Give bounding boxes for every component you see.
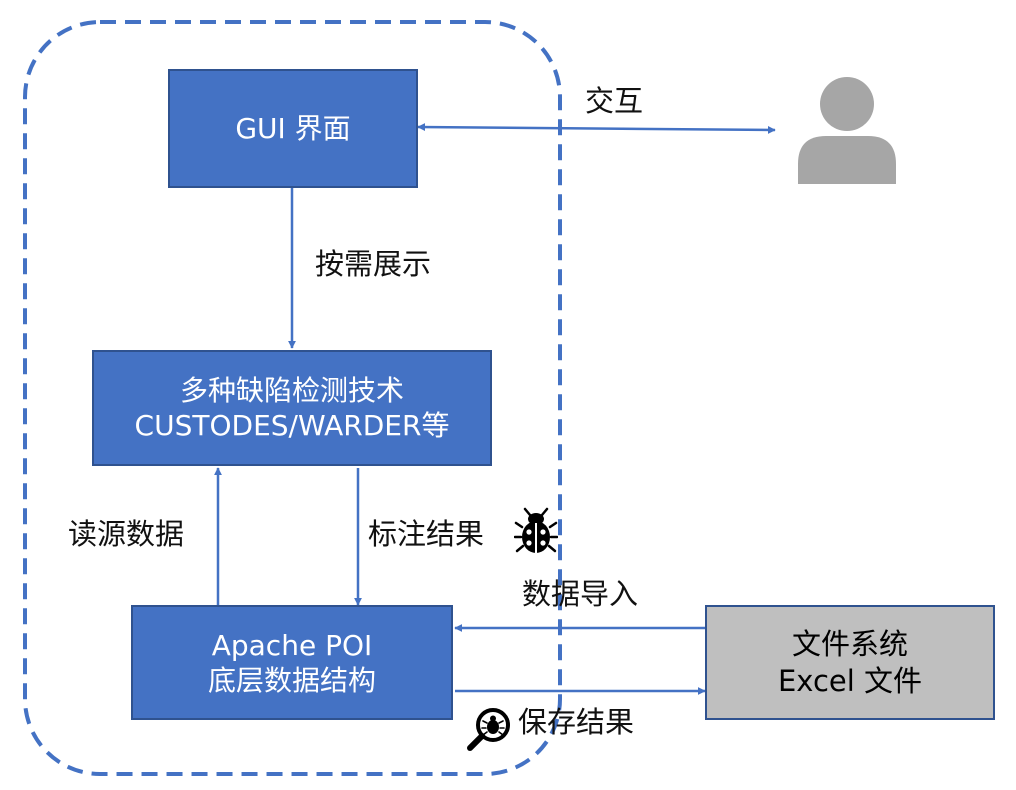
gui-node-label: GUI 界面	[235, 112, 351, 145]
detection-node: 多种缺陷检测技术 CUSTODES/WARDER等	[92, 350, 492, 466]
detection-node-line2: CUSTODES/WARDER等	[134, 409, 450, 442]
poi-node-line2: 底层数据结构	[207, 663, 376, 697]
edge-label-save: 保存结果	[518, 705, 635, 739]
edge-label-mark: 标注结果	[368, 517, 485, 551]
file-system-node: 文件系统 Excel 文件	[705, 605, 995, 720]
detection-node-line1: 多种缺陷检测技术	[179, 374, 404, 407]
poi-node: Apache POI 底层数据结构	[131, 605, 453, 720]
poi-node-line1: Apache POI	[211, 628, 373, 662]
edge-gui-user	[417, 123, 776, 134]
bug-search-icon	[467, 708, 510, 751]
gui-node: GUI 界面	[168, 69, 418, 188]
user-icon	[798, 77, 896, 184]
edge-label-import: 数据导入	[522, 577, 639, 611]
architecture-diagram: GUI 界面 多种缺陷检测技术 CUSTODES/WARDER等 Apache …	[0, 0, 1016, 790]
file-system-node-line2: Excel 文件	[777, 663, 923, 698]
file-system-node-line1: 文件系统	[791, 627, 908, 662]
bug-icon	[514, 507, 558, 553]
edge-label-show: 按需展示	[315, 247, 432, 281]
edge-label-interact: 交互	[585, 84, 644, 118]
edge-label-read: 读源数据	[68, 517, 185, 551]
